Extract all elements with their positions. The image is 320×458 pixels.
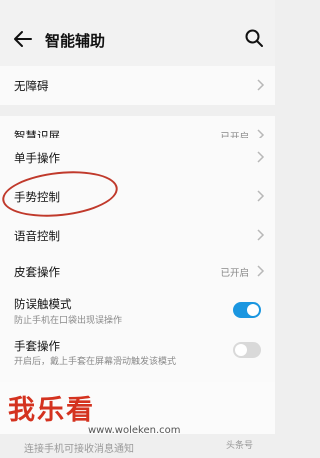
setting-description: 防止手机在口袋出现误操作 (14, 316, 123, 326)
faded-corner-text: 头条号 (226, 441, 254, 451)
chevron-right-icon (257, 79, 265, 91)
page-title: 智能辅助 (45, 32, 106, 50)
chevron-right-icon (257, 190, 265, 202)
back-arrow-icon[interactable] (12, 28, 34, 50)
setting-row-accessibility[interactable]: 无障碍 (0, 66, 275, 105)
setting-row-voice[interactable]: 语音控制 (0, 216, 275, 255)
setting-label: 皮套操作 (14, 265, 60, 279)
app-header: 智能辅助 (0, 0, 275, 66)
setting-label: 语音控制 (14, 229, 60, 243)
faded-bottom-text: 连接手机可接收消息通知 (24, 444, 134, 455)
toggle-knob (247, 304, 259, 316)
watermark-logo: 我乐看 (8, 395, 95, 426)
status-text: 已开启 (220, 268, 249, 279)
watermark-url: www.woleken.com (88, 425, 181, 436)
setting-row-case[interactable]: 皮套操作 已开启 (0, 252, 275, 290)
setting-description: 开启后，戴上手套在屏幕滑动触发该模式 (14, 357, 177, 367)
setting-label: 单手操作 (14, 151, 60, 165)
glove-toggle[interactable] (233, 342, 261, 358)
setting-row-glove[interactable]: 手套操作 开启后，戴上手套在屏幕滑动触发该模式 (0, 334, 275, 378)
chevron-right-icon (257, 229, 265, 241)
setting-row-one-hand[interactable]: 单手操作 (0, 138, 275, 177)
chevron-right-icon (257, 265, 265, 277)
anti-touch-toggle[interactable] (233, 302, 261, 318)
toggle-knob (235, 344, 247, 356)
setting-label: 防误触模式 (14, 297, 72, 311)
setting-label: 无障碍 (14, 79, 49, 93)
setting-row-anti-touch[interactable]: 防误触模式 防止手机在口袋出现误操作 (0, 290, 275, 334)
search-icon[interactable] (244, 28, 264, 48)
settings-group-accessibility: 无障碍 (0, 66, 275, 105)
settings-group-case: 皮套操作 已开启 防误触模式 防止手机在口袋出现误操作 手套操作 开启后，戴上手… (0, 252, 275, 382)
setting-label: 手套操作 (14, 339, 60, 353)
chevron-right-icon (257, 151, 265, 163)
